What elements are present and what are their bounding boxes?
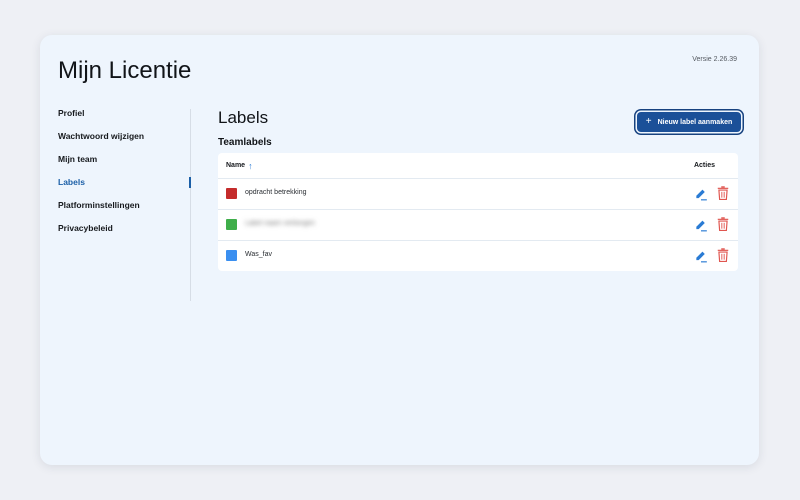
table-row: Label naam verborgen (218, 209, 738, 240)
pencil-icon[interactable] (694, 187, 708, 201)
sidebar-active-indicator (189, 177, 191, 188)
color-swatch (226, 250, 237, 261)
sidebar-item-profiel[interactable]: Profiel (58, 107, 188, 130)
new-label-button-label: Nieuw label aanmaken (657, 118, 733, 126)
new-label-button[interactable]: + Nieuw label aanmaken (637, 112, 741, 132)
pencil-icon[interactable] (694, 218, 708, 232)
sidebar-item-platforminstellingen[interactable]: Platforminstellingen (58, 199, 188, 222)
sidebar-divider (190, 109, 191, 301)
arrow-up-icon[interactable]: ↑ (248, 161, 253, 171)
table-row: opdracht betrekking (218, 178, 738, 209)
label-name: Was_fav (245, 251, 272, 258)
label-name: opdracht betrekking (245, 189, 307, 196)
pencil-icon[interactable] (694, 249, 708, 263)
sidebar-item-wachtwoord-wijzigen[interactable]: Wachtwoord wijzigen (58, 130, 188, 153)
sidebar-item-labels[interactable]: Labels (58, 176, 188, 199)
color-swatch (226, 188, 237, 199)
column-header-name[interactable]: Name ↑ (226, 161, 253, 171)
column-header-name-label: Name (226, 162, 246, 169)
section-title: Teamlabels (218, 137, 272, 148)
table-header: Name ↑ Acties (218, 153, 738, 178)
color-swatch (226, 219, 237, 230)
sidebar: Profiel Wachtwoord wijzigen Mijn team La… (58, 107, 188, 245)
column-header-actions: Acties (693, 162, 715, 169)
page-title: Labels (218, 108, 269, 127)
plus-icon: + (645, 116, 652, 127)
trash-icon[interactable] (717, 248, 729, 262)
app-title: Mijn Licentie (58, 57, 192, 84)
table-row: Was_fav (218, 240, 738, 271)
version-label: Versie 2.26.39 (692, 56, 737, 63)
label-name-redacted: Label naam verborgen (245, 220, 316, 227)
labels-table: Name ↑ Acties opdracht betrekking Label (218, 153, 738, 271)
trash-icon[interactable] (717, 217, 729, 231)
trash-icon[interactable] (717, 186, 729, 200)
sidebar-item-mijn-team[interactable]: Mijn team (58, 153, 188, 176)
sidebar-item-privacybeleid[interactable]: Privacybeleid (58, 222, 188, 245)
app-window: Mijn Licentie Versie 2.26.39 Profiel Wac… (40, 35, 759, 465)
